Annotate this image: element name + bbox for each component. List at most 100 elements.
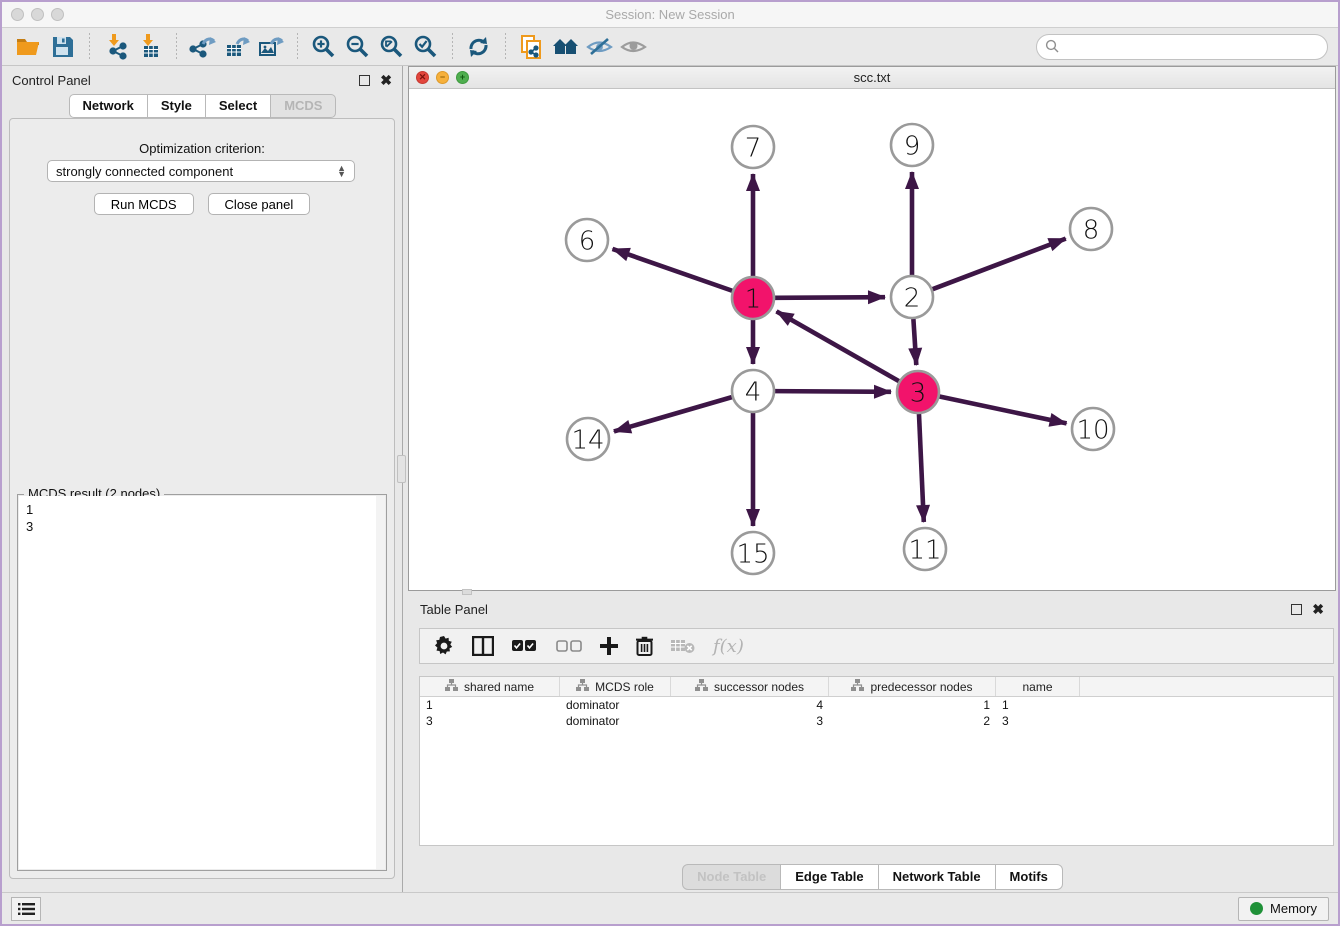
vertical-splitter-handle[interactable] bbox=[397, 455, 406, 483]
svg-text:2: 2 bbox=[904, 283, 921, 313]
column-header-MCDS-role[interactable]: MCDS role bbox=[560, 677, 671, 696]
home-view-icon[interactable] bbox=[549, 32, 583, 62]
node-15[interactable]: 15 bbox=[732, 532, 774, 574]
task-history-button[interactable] bbox=[11, 897, 41, 921]
control-panel: Control Panel ✖ NetworkStyleSelectMCDS O… bbox=[2, 66, 402, 892]
tab-select[interactable]: Select bbox=[205, 94, 271, 118]
toolbar-separator bbox=[176, 33, 177, 61]
edge-3-1[interactable] bbox=[776, 311, 898, 381]
criterion-dropdown[interactable]: strongly connected component ▲▼ bbox=[47, 160, 355, 182]
tab-mcds[interactable]: MCDS bbox=[270, 94, 336, 118]
node-2[interactable]: 2 bbox=[891, 276, 933, 318]
node-4[interactable]: 4 bbox=[732, 370, 774, 412]
open-file-icon[interactable] bbox=[12, 32, 46, 62]
tab-node-table[interactable]: Node Table bbox=[682, 864, 781, 890]
table-row[interactable]: 1dominator411 bbox=[420, 697, 1333, 713]
edge-1-6[interactable] bbox=[612, 249, 732, 291]
control-panel-tabs: NetworkStyleSelectMCDS bbox=[2, 94, 402, 118]
table-cell: 1 bbox=[829, 698, 996, 712]
export-table-icon[interactable] bbox=[220, 32, 254, 62]
node-11[interactable]: 11 bbox=[904, 528, 946, 570]
add-column-icon[interactable] bbox=[600, 637, 618, 655]
edge-4-3[interactable] bbox=[775, 391, 891, 392]
float-panel-icon[interactable] bbox=[359, 75, 370, 86]
export-network-icon[interactable] bbox=[186, 32, 220, 62]
svg-text:1: 1 bbox=[745, 284, 762, 314]
edge-4-14[interactable] bbox=[614, 397, 732, 431]
result-line: 1 bbox=[26, 501, 378, 518]
tab-motifs[interactable]: Motifs bbox=[995, 864, 1063, 890]
network-window-title: scc.txt bbox=[409, 70, 1335, 85]
table-row[interactable]: 3dominator323 bbox=[420, 713, 1333, 729]
import-table-icon[interactable] bbox=[133, 32, 167, 62]
tab-style[interactable]: Style bbox=[147, 94, 206, 118]
import-network-icon[interactable] bbox=[99, 32, 133, 62]
table-cell: 3 bbox=[996, 714, 1080, 728]
node-3[interactable]: 3 bbox=[897, 371, 939, 413]
edge-2-3[interactable] bbox=[913, 319, 916, 365]
svg-text:9: 9 bbox=[904, 131, 921, 161]
close-table-panel-icon[interactable]: ✖ bbox=[1312, 604, 1324, 615]
refresh-layout-icon[interactable] bbox=[462, 32, 496, 62]
table-cell: 1 bbox=[996, 698, 1080, 712]
column-label: MCDS role bbox=[595, 680, 654, 694]
edge-3-11[interactable] bbox=[919, 414, 924, 522]
node-6[interactable]: 6 bbox=[566, 219, 608, 261]
tab-network[interactable]: Network bbox=[69, 94, 148, 118]
select-all-icon[interactable] bbox=[512, 640, 538, 653]
memory-button[interactable]: Memory bbox=[1238, 897, 1329, 921]
column-header-successor-nodes[interactable]: successor nodes bbox=[671, 677, 829, 696]
network-graph[interactable]: 7 9 6 8 1 2 4 3 14 10 15 11 bbox=[409, 89, 1335, 590]
edge-1-2[interactable] bbox=[775, 297, 885, 298]
edge-3-10[interactable] bbox=[940, 397, 1067, 424]
node-8[interactable]: 8 bbox=[1070, 208, 1112, 250]
tab-network-table[interactable]: Network Table bbox=[878, 864, 996, 890]
column-header-shared-name[interactable]: shared name bbox=[420, 677, 560, 696]
hide-selected-icon[interactable] bbox=[583, 32, 617, 62]
node-7[interactable]: 7 bbox=[732, 126, 774, 168]
mcds-panel: Optimization criterion: strongly connect… bbox=[9, 118, 395, 879]
close-panel-button[interactable]: Close panel bbox=[208, 193, 311, 215]
mcds-result-list[interactable]: 13 bbox=[19, 496, 385, 869]
zoom-out-icon[interactable] bbox=[341, 32, 375, 62]
gear-icon[interactable] bbox=[434, 636, 454, 656]
save-session-icon[interactable] bbox=[46, 32, 80, 62]
zoom-fit-icon[interactable] bbox=[375, 32, 409, 62]
search-box bbox=[1036, 34, 1328, 60]
run-mcds-button[interactable]: Run MCDS bbox=[94, 193, 194, 215]
svg-text:4: 4 bbox=[745, 377, 762, 407]
node-10[interactable]: 10 bbox=[1072, 408, 1114, 450]
table-cell: 3 bbox=[420, 714, 560, 728]
control-panel-title: Control Panel bbox=[12, 73, 91, 88]
network-canvas[interactable]: 7 9 6 8 1 2 4 3 14 10 15 11 bbox=[409, 89, 1335, 590]
tab-edge-table[interactable]: Edge Table bbox=[780, 864, 878, 890]
zoom-in-icon[interactable] bbox=[307, 32, 341, 62]
svg-text:14: 14 bbox=[571, 425, 604, 455]
edge-2-8[interactable] bbox=[933, 239, 1066, 290]
clone-network-icon[interactable] bbox=[515, 32, 549, 62]
result-line: 3 bbox=[26, 518, 378, 535]
zoom-selected-icon[interactable] bbox=[409, 32, 443, 62]
tree-hierarchy-icon bbox=[851, 679, 864, 695]
node-1[interactable]: 1 bbox=[732, 277, 774, 319]
memory-status-icon bbox=[1250, 902, 1263, 915]
column-header-name[interactable]: name bbox=[996, 677, 1080, 696]
close-panel-icon[interactable]: ✖ bbox=[380, 75, 392, 86]
split-panes-icon[interactable] bbox=[472, 636, 494, 656]
table-cell: 1 bbox=[420, 698, 560, 712]
node-table[interactable]: shared name MCDS role successor nodes prede… bbox=[419, 676, 1334, 846]
result-scrollbar[interactable] bbox=[376, 496, 385, 869]
toolbar-separator bbox=[297, 33, 298, 61]
deselect-all-icon[interactable] bbox=[556, 640, 582, 653]
delete-column-icon[interactable] bbox=[636, 636, 653, 656]
float-table-panel-icon[interactable] bbox=[1291, 604, 1302, 615]
node-14[interactable]: 14 bbox=[567, 418, 609, 460]
search-input[interactable] bbox=[1036, 34, 1328, 60]
show-hidden-icon[interactable] bbox=[617, 32, 651, 62]
column-label: successor nodes bbox=[714, 680, 804, 694]
export-image-icon[interactable] bbox=[254, 32, 288, 62]
svg-text:8: 8 bbox=[1083, 215, 1100, 245]
column-header-predecessor-nodes[interactable]: predecessor nodes bbox=[829, 677, 996, 696]
node-9[interactable]: 9 bbox=[891, 124, 933, 166]
toolbar-separator bbox=[89, 33, 90, 61]
